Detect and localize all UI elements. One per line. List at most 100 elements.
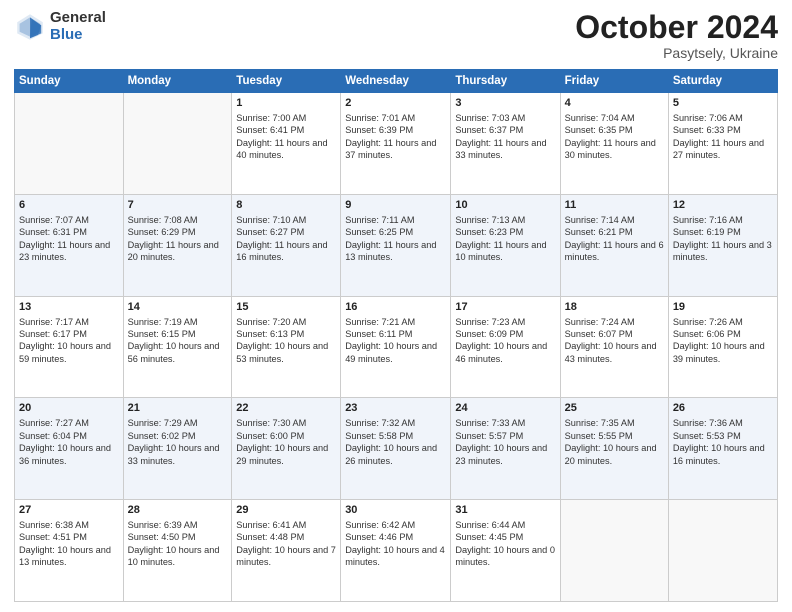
- day-number-6: 6: [19, 198, 119, 213]
- day-number-11: 11: [565, 198, 664, 213]
- calendar-cell-w0d0: [15, 93, 124, 195]
- day-number-21: 21: [128, 401, 228, 416]
- day-number-5: 5: [673, 96, 773, 111]
- logo-general-text: General: [50, 10, 106, 27]
- calendar-cell-w3d5: 25Sunrise: 7:35 AM Sunset: 5:55 PM Dayli…: [560, 398, 668, 500]
- day-number-30: 30: [345, 503, 446, 518]
- week-row-3: 20Sunrise: 7:27 AM Sunset: 6:04 PM Dayli…: [15, 398, 778, 500]
- day-number-20: 20: [19, 401, 119, 416]
- calendar-cell-w1d5: 11Sunrise: 7:14 AM Sunset: 6:21 PM Dayli…: [560, 194, 668, 296]
- day-number-10: 10: [455, 198, 555, 213]
- day-number-17: 17: [455, 300, 555, 315]
- logo: General Blue: [14, 10, 106, 43]
- day-info-1: Sunrise: 7:00 AM Sunset: 6:41 PM Dayligh…: [236, 112, 336, 162]
- day-number-23: 23: [345, 401, 446, 416]
- day-info-2: Sunrise: 7:01 AM Sunset: 6:39 PM Dayligh…: [345, 112, 446, 162]
- day-info-31: Sunrise: 6:44 AM Sunset: 4:45 PM Dayligh…: [455, 519, 555, 569]
- logo-blue-text: Blue: [50, 27, 106, 44]
- header-tuesday: Tuesday: [232, 70, 341, 93]
- day-number-24: 24: [455, 401, 555, 416]
- day-number-22: 22: [236, 401, 336, 416]
- day-number-29: 29: [236, 503, 336, 518]
- calendar-cell-w1d0: 6Sunrise: 7:07 AM Sunset: 6:31 PM Daylig…: [15, 194, 124, 296]
- day-number-28: 28: [128, 503, 228, 518]
- logo-icon: [14, 11, 46, 43]
- day-number-7: 7: [128, 198, 228, 213]
- day-info-30: Sunrise: 6:42 AM Sunset: 4:46 PM Dayligh…: [345, 519, 446, 569]
- day-info-4: Sunrise: 7:04 AM Sunset: 6:35 PM Dayligh…: [565, 112, 664, 162]
- calendar-cell-w0d4: 3Sunrise: 7:03 AM Sunset: 6:37 PM Daylig…: [451, 93, 560, 195]
- calendar-cell-w0d1: [123, 93, 232, 195]
- calendar-cell-w1d2: 8Sunrise: 7:10 AM Sunset: 6:27 PM Daylig…: [232, 194, 341, 296]
- calendar-cell-w0d6: 5Sunrise: 7:06 AM Sunset: 6:33 PM Daylig…: [668, 93, 777, 195]
- calendar-cell-w4d5: [560, 500, 668, 602]
- header-wednesday: Wednesday: [341, 70, 451, 93]
- day-info-10: Sunrise: 7:13 AM Sunset: 6:23 PM Dayligh…: [455, 214, 555, 264]
- calendar-cell-w2d0: 13Sunrise: 7:17 AM Sunset: 6:17 PM Dayli…: [15, 296, 124, 398]
- calendar-cell-w3d0: 20Sunrise: 7:27 AM Sunset: 6:04 PM Dayli…: [15, 398, 124, 500]
- day-number-9: 9: [345, 198, 446, 213]
- day-number-16: 16: [345, 300, 446, 315]
- day-info-27: Sunrise: 6:38 AM Sunset: 4:51 PM Dayligh…: [19, 519, 119, 569]
- calendar-cell-w0d2: 1Sunrise: 7:00 AM Sunset: 6:41 PM Daylig…: [232, 93, 341, 195]
- location-subtitle: Pasytsely, Ukraine: [575, 45, 778, 61]
- header-friday: Friday: [560, 70, 668, 93]
- day-info-11: Sunrise: 7:14 AM Sunset: 6:21 PM Dayligh…: [565, 214, 664, 264]
- day-number-14: 14: [128, 300, 228, 315]
- calendar-cell-w0d3: 2Sunrise: 7:01 AM Sunset: 6:39 PM Daylig…: [341, 93, 451, 195]
- calendar-cell-w1d1: 7Sunrise: 7:08 AM Sunset: 6:29 PM Daylig…: [123, 194, 232, 296]
- calendar-cell-w4d3: 30Sunrise: 6:42 AM Sunset: 4:46 PM Dayli…: [341, 500, 451, 602]
- day-info-22: Sunrise: 7:30 AM Sunset: 6:00 PM Dayligh…: [236, 417, 336, 467]
- calendar-cell-w2d1: 14Sunrise: 7:19 AM Sunset: 6:15 PM Dayli…: [123, 296, 232, 398]
- calendar-cell-w2d6: 19Sunrise: 7:26 AM Sunset: 6:06 PM Dayli…: [668, 296, 777, 398]
- calendar-cell-w3d2: 22Sunrise: 7:30 AM Sunset: 6:00 PM Dayli…: [232, 398, 341, 500]
- day-number-18: 18: [565, 300, 664, 315]
- day-info-15: Sunrise: 7:20 AM Sunset: 6:13 PM Dayligh…: [236, 316, 336, 366]
- calendar-cell-w0d5: 4Sunrise: 7:04 AM Sunset: 6:35 PM Daylig…: [560, 93, 668, 195]
- calendar-cell-w4d6: [668, 500, 777, 602]
- day-info-23: Sunrise: 7:32 AM Sunset: 5:58 PM Dayligh…: [345, 417, 446, 467]
- calendar-cell-w2d5: 18Sunrise: 7:24 AM Sunset: 6:07 PM Dayli…: [560, 296, 668, 398]
- weekday-header-row: Sunday Monday Tuesday Wednesday Thursday…: [15, 70, 778, 93]
- day-number-12: 12: [673, 198, 773, 213]
- week-row-2: 13Sunrise: 7:17 AM Sunset: 6:17 PM Dayli…: [15, 296, 778, 398]
- calendar-cell-w2d2: 15Sunrise: 7:20 AM Sunset: 6:13 PM Dayli…: [232, 296, 341, 398]
- day-info-25: Sunrise: 7:35 AM Sunset: 5:55 PM Dayligh…: [565, 417, 664, 467]
- day-info-14: Sunrise: 7:19 AM Sunset: 6:15 PM Dayligh…: [128, 316, 228, 366]
- day-info-18: Sunrise: 7:24 AM Sunset: 6:07 PM Dayligh…: [565, 316, 664, 366]
- header-sunday: Sunday: [15, 70, 124, 93]
- logo-text: General Blue: [50, 10, 106, 43]
- day-info-6: Sunrise: 7:07 AM Sunset: 6:31 PM Dayligh…: [19, 214, 119, 264]
- week-row-1: 6Sunrise: 7:07 AM Sunset: 6:31 PM Daylig…: [15, 194, 778, 296]
- day-info-21: Sunrise: 7:29 AM Sunset: 6:02 PM Dayligh…: [128, 417, 228, 467]
- day-number-26: 26: [673, 401, 773, 416]
- day-number-25: 25: [565, 401, 664, 416]
- calendar-table: Sunday Monday Tuesday Wednesday Thursday…: [14, 69, 778, 602]
- calendar-cell-w4d0: 27Sunrise: 6:38 AM Sunset: 4:51 PM Dayli…: [15, 500, 124, 602]
- header-monday: Monday: [123, 70, 232, 93]
- page: General Blue October 2024 Pasytsely, Ukr…: [0, 0, 792, 612]
- calendar-cell-w4d2: 29Sunrise: 6:41 AM Sunset: 4:48 PM Dayli…: [232, 500, 341, 602]
- day-number-19: 19: [673, 300, 773, 315]
- day-info-12: Sunrise: 7:16 AM Sunset: 6:19 PM Dayligh…: [673, 214, 773, 264]
- day-info-26: Sunrise: 7:36 AM Sunset: 5:53 PM Dayligh…: [673, 417, 773, 467]
- header-saturday: Saturday: [668, 70, 777, 93]
- day-number-27: 27: [19, 503, 119, 518]
- calendar-cell-w1d3: 9Sunrise: 7:11 AM Sunset: 6:25 PM Daylig…: [341, 194, 451, 296]
- calendar-cell-w2d3: 16Sunrise: 7:21 AM Sunset: 6:11 PM Dayli…: [341, 296, 451, 398]
- month-title: October 2024: [575, 10, 778, 45]
- day-info-5: Sunrise: 7:06 AM Sunset: 6:33 PM Dayligh…: [673, 112, 773, 162]
- calendar-cell-w1d4: 10Sunrise: 7:13 AM Sunset: 6:23 PM Dayli…: [451, 194, 560, 296]
- calendar-cell-w3d3: 23Sunrise: 7:32 AM Sunset: 5:58 PM Dayli…: [341, 398, 451, 500]
- day-number-13: 13: [19, 300, 119, 315]
- day-info-20: Sunrise: 7:27 AM Sunset: 6:04 PM Dayligh…: [19, 417, 119, 467]
- day-number-4: 4: [565, 96, 664, 111]
- calendar-cell-w3d6: 26Sunrise: 7:36 AM Sunset: 5:53 PM Dayli…: [668, 398, 777, 500]
- week-row-0: 1Sunrise: 7:00 AM Sunset: 6:41 PM Daylig…: [15, 93, 778, 195]
- day-info-29: Sunrise: 6:41 AM Sunset: 4:48 PM Dayligh…: [236, 519, 336, 569]
- day-number-3: 3: [455, 96, 555, 111]
- day-number-2: 2: [345, 96, 446, 111]
- day-number-15: 15: [236, 300, 336, 315]
- day-info-7: Sunrise: 7:08 AM Sunset: 6:29 PM Dayligh…: [128, 214, 228, 264]
- week-row-4: 27Sunrise: 6:38 AM Sunset: 4:51 PM Dayli…: [15, 500, 778, 602]
